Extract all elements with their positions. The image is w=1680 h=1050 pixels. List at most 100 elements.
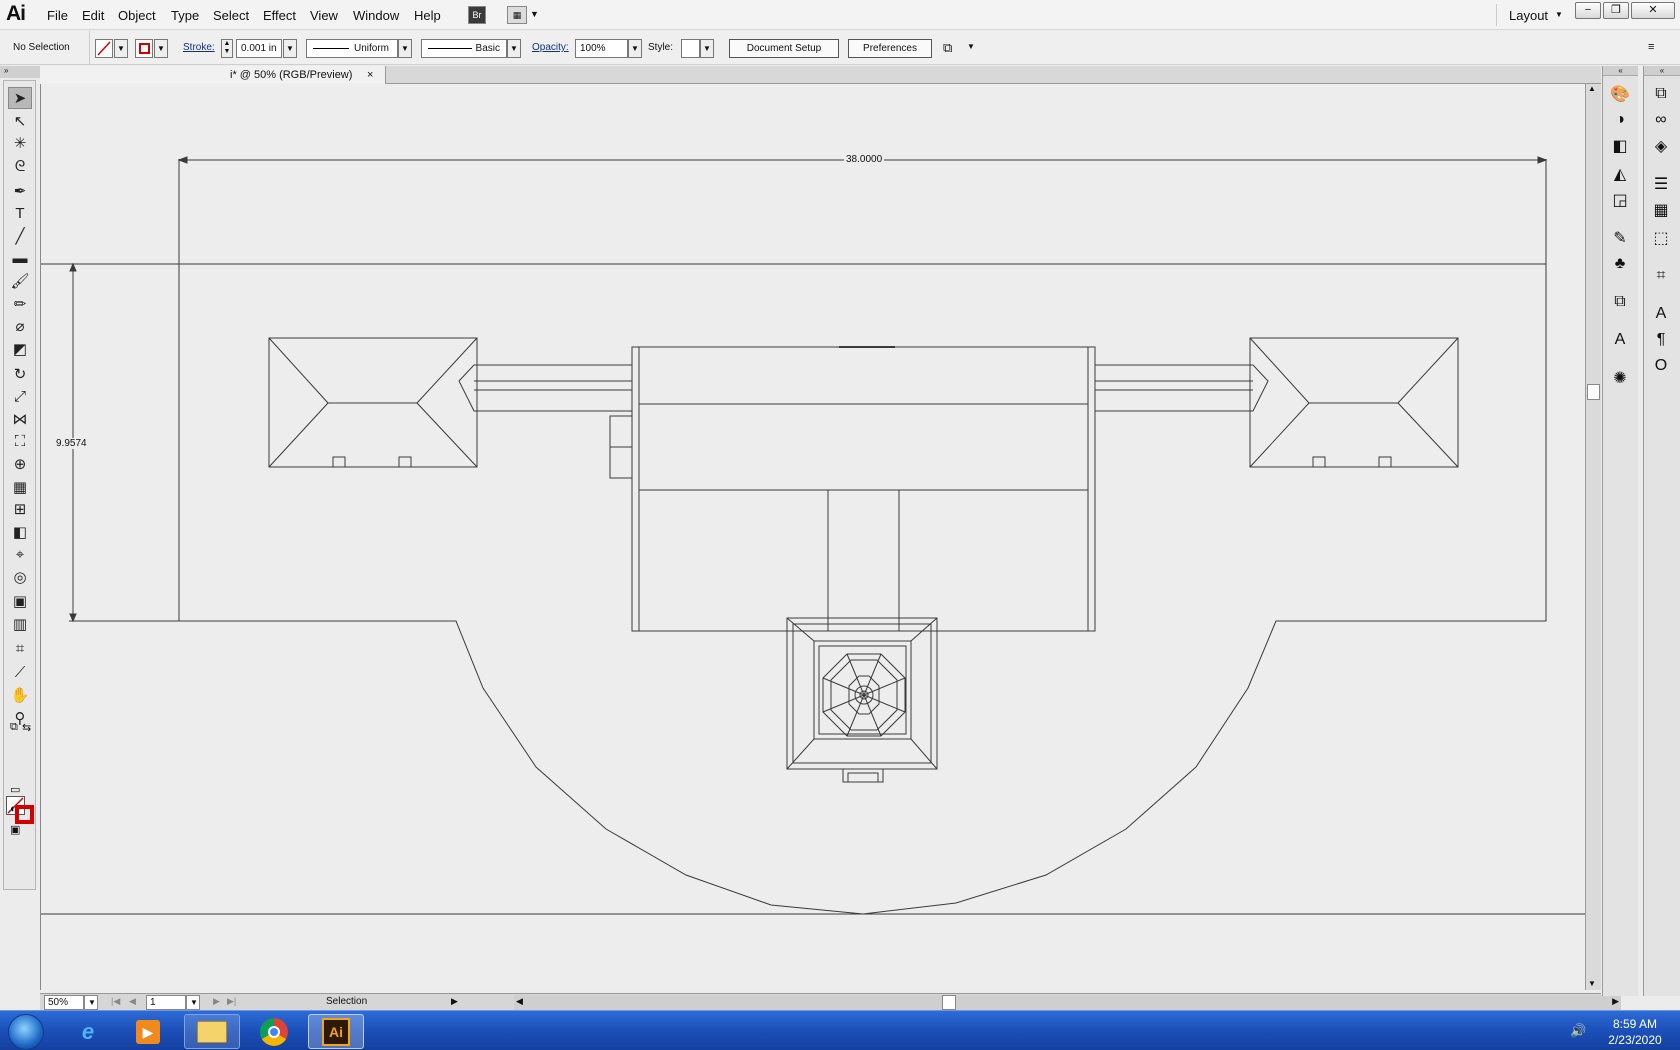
- first-artboard-icon[interactable]: |◀: [111, 996, 120, 1007]
- rotate-tool[interactable]: ↻: [8, 363, 32, 385]
- start-button-icon[interactable]: [8, 1014, 44, 1050]
- slice-tool[interactable]: ⟋: [8, 661, 32, 683]
- stroke-label[interactable]: Stroke:: [183, 42, 215, 53]
- restore-button[interactable]: ❐: [1603, 2, 1629, 19]
- vertical-scrollbar[interactable]: ▲ ▼: [1585, 84, 1601, 990]
- document-tab[interactable]: i* @ 50% (RGB/Preview) ×: [40, 66, 386, 84]
- stroke-weight-dropdown-icon[interactable]: ▼: [283, 39, 297, 58]
- graphic-styles-icon[interactable]: ⧉: [1607, 290, 1633, 314]
- transform-icon[interactable]: ⬚: [1648, 226, 1674, 250]
- character-style-icon[interactable]: A: [1648, 302, 1674, 326]
- menu-effect[interactable]: Effect: [263, 8, 296, 23]
- direct-selection-tool[interactable]: ↖: [8, 110, 32, 132]
- dock-collapse-icon[interactable]: «: [1644, 66, 1680, 76]
- internet-explorer-icon[interactable]: e: [60, 1014, 116, 1049]
- preferences-button[interactable]: Preferences: [848, 39, 932, 58]
- stroke-panel-icon[interactable]: ✺: [1607, 366, 1633, 390]
- scale-tool[interactable]: ⤢: [8, 385, 32, 407]
- pencil-tool[interactable]: ✏: [8, 293, 32, 315]
- paintbrush-tool[interactable]: 🖌: [8, 270, 32, 292]
- artboard-number-input[interactable]: 1: [146, 995, 186, 1010]
- perspective-grid-tool[interactable]: ▦: [8, 476, 32, 498]
- style-dropdown-icon[interactable]: ▼: [700, 39, 714, 58]
- opentype-icon[interactable]: O: [1648, 354, 1674, 378]
- mesh-tool[interactable]: ⊞: [8, 498, 32, 520]
- eraser-tool[interactable]: ◩: [8, 338, 32, 360]
- width-tool[interactable]: ⋈: [8, 408, 32, 430]
- close-document-icon[interactable]: ×: [367, 66, 373, 84]
- bridge-button[interactable]: Br: [468, 6, 486, 24]
- status-menu-arrow-icon[interactable]: ▶: [451, 996, 458, 1007]
- artboard-canvas[interactable]: 38.0000 9.9574: [40, 84, 1586, 990]
- brush-definition[interactable]: Basic: [421, 39, 507, 58]
- hand-tool[interactable]: ✋: [8, 684, 32, 706]
- chrome-icon[interactable]: [246, 1014, 302, 1049]
- menu-select[interactable]: Select: [213, 8, 249, 23]
- minimize-button[interactable]: −: [1575, 2, 1601, 19]
- lasso-tool[interactable]: ᘓ: [8, 155, 32, 177]
- pathfinder-icon[interactable]: ⌗: [1648, 264, 1674, 288]
- stroke-dropdown-icon[interactable]: ▼: [154, 39, 168, 58]
- column-graph-tool[interactable]: ▥: [8, 613, 32, 635]
- color-guide-icon[interactable]: ◑: [1607, 108, 1633, 132]
- scroll-down-icon[interactable]: ▼: [1588, 979, 1596, 988]
- eyedropper-tool[interactable]: ⌖: [8, 543, 32, 565]
- color-mode-icon[interactable]: ▭: [10, 783, 20, 796]
- opacity-label[interactable]: Opacity:: [532, 42, 569, 53]
- rectangle-tool[interactable]: ▬: [8, 247, 32, 269]
- shape-builder-tool[interactable]: ⊕: [8, 453, 32, 475]
- opacity-dropdown-icon[interactable]: ▼: [628, 39, 642, 58]
- media-player-icon[interactable]: ▶: [120, 1014, 176, 1049]
- menu-file[interactable]: File: [47, 8, 68, 23]
- arrange-dropdown-icon[interactable]: ▼: [530, 9, 539, 19]
- gradient-icon[interactable]: ◧: [1607, 134, 1633, 158]
- dock-collapse-icon[interactable]: «: [1603, 66, 1638, 76]
- workspace-switcher[interactable]: Layout: [1509, 8, 1548, 23]
- stroke-swatch-icon[interactable]: [135, 39, 153, 58]
- last-artboard-icon[interactable]: ▶|: [227, 996, 236, 1007]
- scroll-right-icon[interactable]: ▶: [1612, 996, 1619, 1007]
- symbols-icon[interactable]: ♣: [1607, 252, 1633, 276]
- brushes-icon[interactable]: ✎: [1607, 226, 1633, 250]
- vertical-scroll-thumb[interactable]: [1587, 384, 1600, 400]
- menu-window[interactable]: Window: [353, 8, 399, 23]
- workspace-dropdown-icon[interactable]: ▼: [1555, 10, 1563, 19]
- drawing-mode-icon[interactable]: ◐: [10, 803, 17, 815]
- zoom-input[interactable]: 50%: [44, 995, 84, 1010]
- graphic-style-swatch[interactable]: [681, 39, 700, 58]
- artboards-icon[interactable]: ⧉: [1648, 82, 1674, 106]
- opacity-input[interactable]: 100%: [575, 39, 628, 58]
- stroke-weight-input[interactable]: 0.001 in: [236, 39, 282, 58]
- stroke-spinner-icon[interactable]: ▲ ▼: [221, 39, 233, 58]
- illustrator-taskbar-button[interactable]: Ai: [308, 1014, 364, 1049]
- menu-help[interactable]: Help: [414, 8, 441, 23]
- fill-dropdown-icon[interactable]: ▼: [114, 39, 128, 58]
- horizontal-scrollbar[interactable]: ◀ ▶: [514, 995, 1621, 1010]
- default-fill-stroke-icon[interactable]: ⧉: [10, 721, 18, 734]
- symbol-sprayer-tool[interactable]: ▣: [8, 590, 32, 612]
- file-explorer-icon[interactable]: [184, 1014, 240, 1049]
- type-tool[interactable]: T: [8, 202, 32, 224]
- stroke-color-icon[interactable]: [15, 805, 34, 824]
- next-artboard-icon[interactable]: ▶: [213, 996, 220, 1007]
- screen-mode-icon[interactable]: ▣: [10, 823, 20, 836]
- arrange-objects-dropdown-icon[interactable]: ▼: [967, 42, 975, 51]
- character-icon[interactable]: A: [1607, 328, 1633, 352]
- system-clock[interactable]: 8:59 AM 2/23/2020: [1595, 1016, 1675, 1048]
- previous-artboard-icon[interactable]: ◀: [129, 996, 136, 1007]
- volume-icon[interactable]: 🔊: [1570, 1023, 1586, 1039]
- artboard-dropdown-icon[interactable]: ▼: [186, 995, 200, 1010]
- magic-wand-tool[interactable]: ✳: [8, 132, 32, 154]
- blob-brush-tool[interactable]: ⌀: [8, 315, 32, 337]
- menu-edit[interactable]: Edit: [82, 8, 104, 23]
- gradient-tool[interactable]: ◧: [8, 521, 32, 543]
- scroll-up-icon[interactable]: ▲: [1588, 84, 1596, 93]
- control-panel-menu-icon[interactable]: ≡: [1648, 41, 1654, 53]
- fill-swatch-icon[interactable]: [95, 39, 113, 58]
- swatches-icon[interactable]: ▦: [1648, 198, 1674, 222]
- profile-dropdown-icon[interactable]: ▼: [398, 39, 412, 58]
- blend-tool[interactable]: ◎: [8, 566, 32, 588]
- arrange-objects-icon[interactable]: ⧉: [943, 40, 952, 56]
- paragraph-icon[interactable]: ¶: [1648, 328, 1674, 352]
- layers-icon[interactable]: ◈: [1648, 134, 1674, 158]
